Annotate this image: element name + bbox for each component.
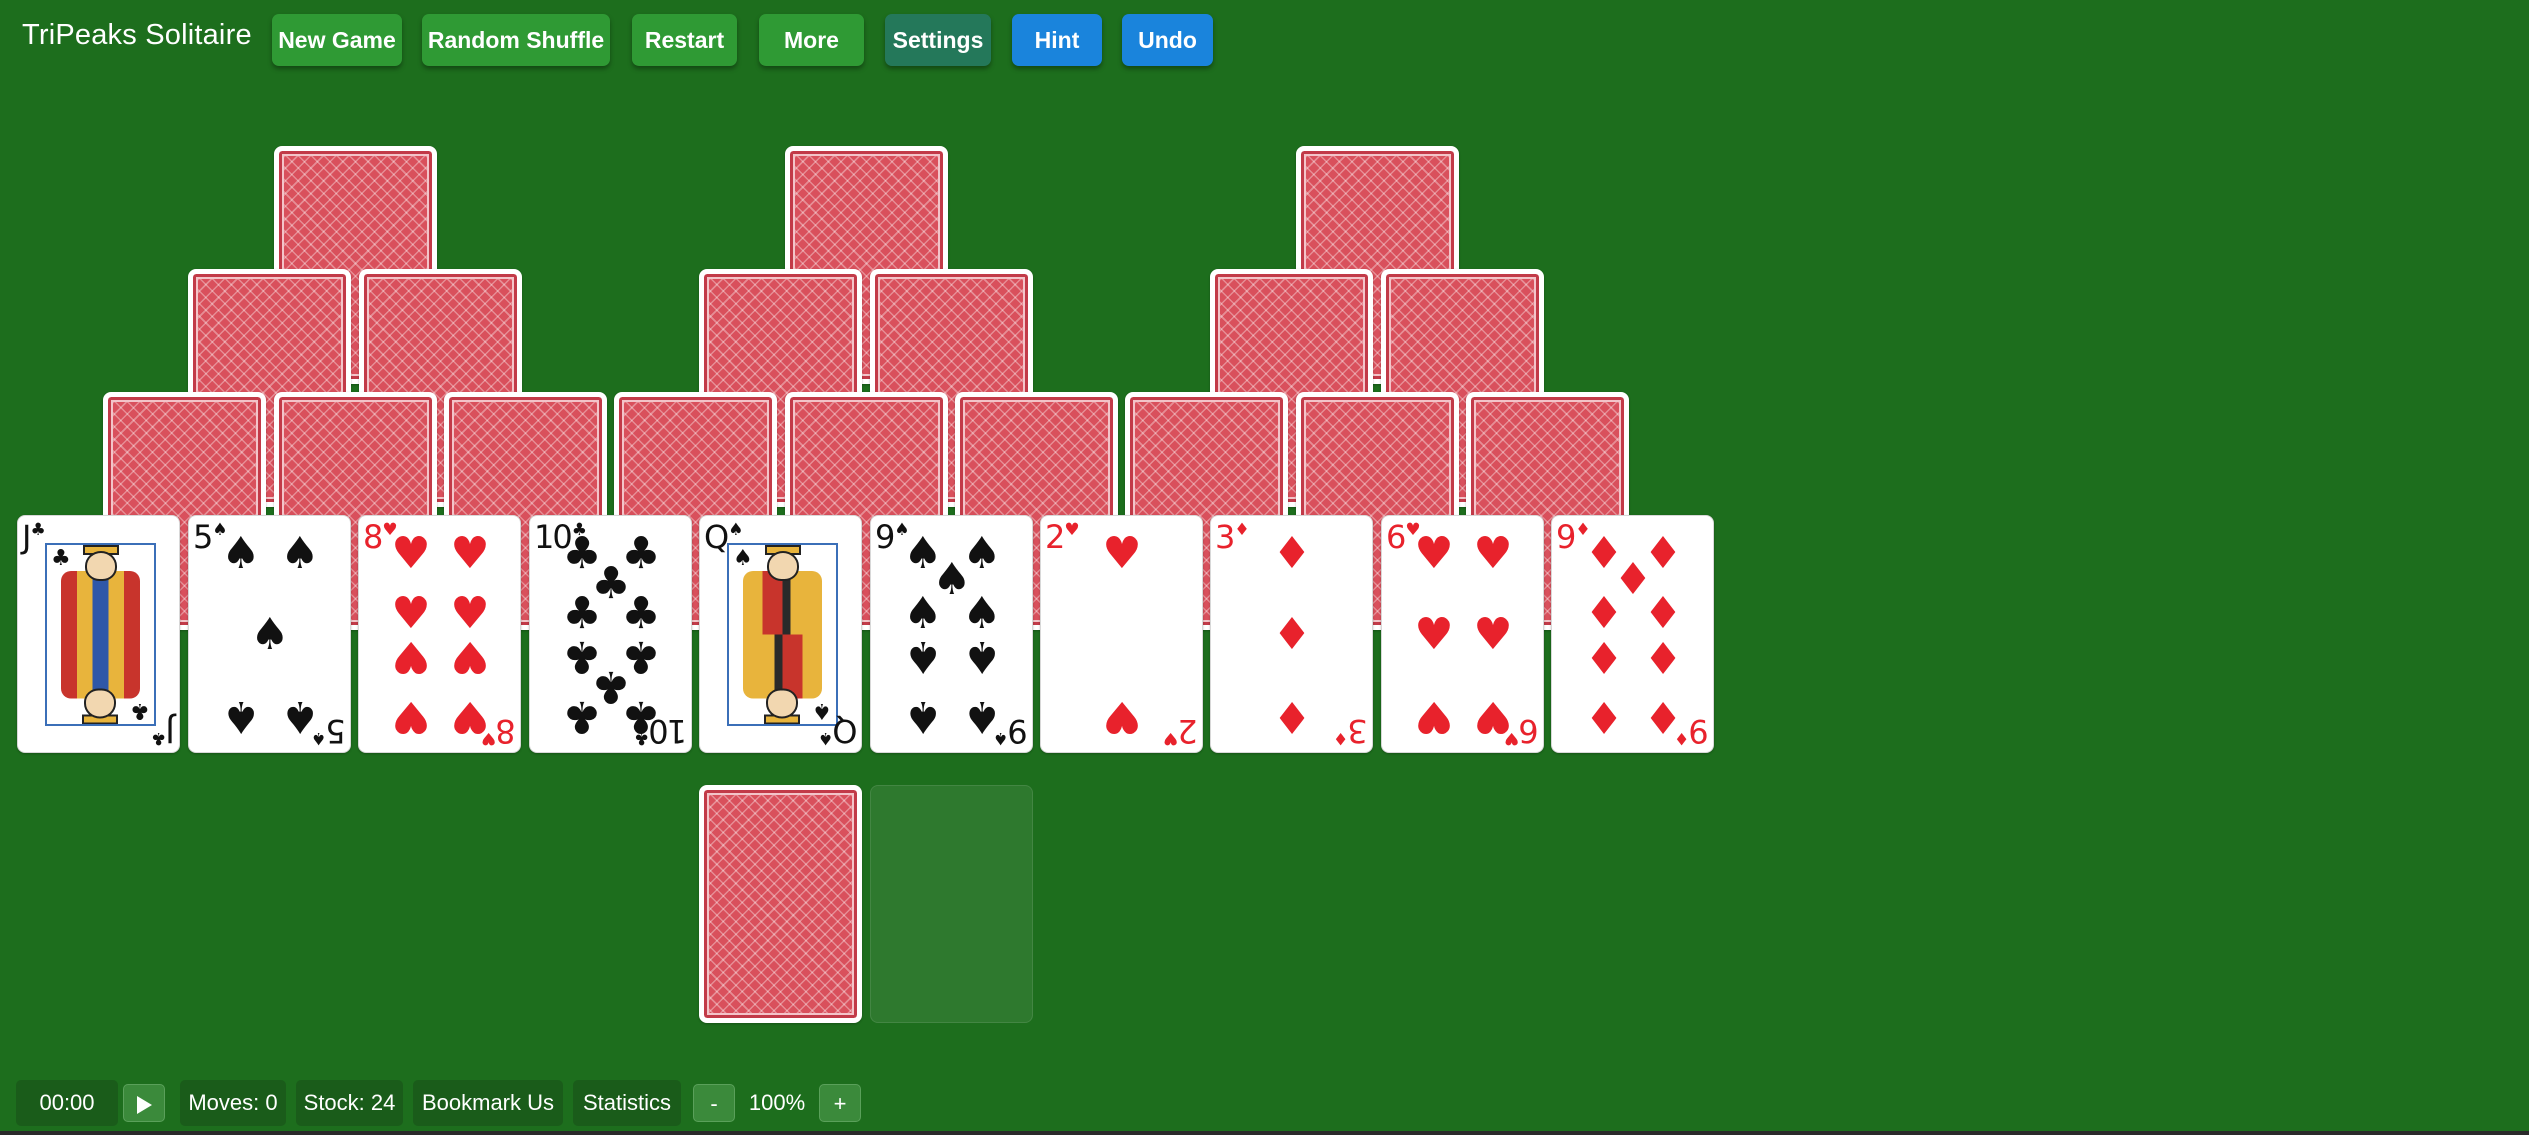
tableau-card-8-hearts[interactable]: 8 ♥ ♥ ♥ ♥ ♥ ♥ ♥ ♥ ♥ 8 ♥ bbox=[358, 515, 521, 753]
tableau-card-2-hearts[interactable]: 2 ♥ ♥ ♥ 2 ♥ bbox=[1040, 515, 1203, 753]
spades-icon: ♠ bbox=[221, 691, 261, 742]
more-button[interactable]: More bbox=[759, 14, 864, 66]
spades-icon: ♠ bbox=[280, 528, 320, 579]
hearts-icon: ♥ bbox=[1102, 528, 1142, 579]
stock-counter: Stock: 24 bbox=[296, 1080, 403, 1126]
hearts-icon: ♥ bbox=[1473, 528, 1513, 579]
tableau-card-9-diamonds[interactable]: 9 ♦ ♦ ♦ ♦ ♦ ♦ ♦ ♦ ♦ ♦ 9 ♦ bbox=[1551, 515, 1714, 753]
clubs-icon: ♣ bbox=[51, 546, 71, 571]
diamonds-icon: ♦ bbox=[1643, 588, 1683, 639]
diamonds-icon: ♦ bbox=[1584, 631, 1624, 682]
tableau-card-10-clubs[interactable]: 10 ♣ ♣ ♣ ♣ ♣ ♣ ♣ ♣ ♣ ♣ ♣ 10 ♣ bbox=[529, 515, 692, 753]
spades-icon: ♠ bbox=[962, 631, 1002, 682]
spades-icon: ♠ bbox=[903, 588, 943, 639]
clubs-icon: ♣ bbox=[621, 588, 661, 639]
diamonds-icon: ♦ bbox=[1272, 609, 1312, 660]
diamonds-icon: ♦ bbox=[1272, 691, 1312, 742]
tableau-card-5-spades[interactable]: 5 ♠ ♠ ♠ ♠ ♠ ♠ 5 ♠ bbox=[188, 515, 351, 753]
tableau-card-q-spades[interactable]: Q ♠ ♠ ♠ Q ♠ bbox=[699, 515, 862, 753]
waste-pile-empty bbox=[870, 785, 1033, 1023]
zoom-level: 100% bbox=[748, 1090, 806, 1115]
spades-icon: ♠ bbox=[221, 528, 261, 579]
tableau-card-3-diamonds[interactable]: 3 ♦ ♦ ♦ ♦ 3 ♦ bbox=[1210, 515, 1373, 753]
diamonds-icon: ♦ bbox=[1584, 588, 1624, 639]
diamonds-icon: ♦ bbox=[1643, 631, 1683, 682]
spades-icon: ♠ bbox=[250, 609, 290, 660]
play-icon bbox=[137, 1096, 152, 1115]
tableau-card-j-clubs[interactable]: J ♣ ♣ ♣ J ♣ bbox=[17, 515, 180, 753]
play-button[interactable] bbox=[123, 1084, 165, 1122]
game-board: J ♣ ♣ ♣ J ♣ 5 ♠ ♠ ♠ ♠ ♠ ♠ 5 ♠ 8 ♥ ♥ ♥ ♥ ♥ ♥ ♥… bbox=[0, 78, 2529, 1068]
hint-button[interactable]: Hint bbox=[1012, 14, 1102, 66]
hearts-icon: ♥ bbox=[391, 588, 431, 639]
app-title: TriPeaks Solitaire bbox=[22, 19, 252, 51]
random-shuffle-button[interactable]: Random Shuffle bbox=[422, 14, 610, 66]
statistics-button[interactable]: Statistics bbox=[573, 1080, 681, 1126]
clubs-icon: ♣ bbox=[562, 691, 602, 742]
hearts-icon: ♥ bbox=[450, 631, 490, 682]
hearts-icon: ♥ bbox=[1473, 609, 1513, 660]
timer-display: 00:00 bbox=[16, 1080, 118, 1126]
top-toolbar: TriPeaks Solitaire New Game Random Shuff… bbox=[0, 0, 2529, 78]
hearts-icon: ♥ bbox=[391, 528, 431, 579]
diamonds-icon: ♦ bbox=[1584, 691, 1624, 742]
hearts-icon: ♥ bbox=[1414, 691, 1454, 742]
card-back-pattern bbox=[704, 790, 857, 1018]
hearts-icon: ♥ bbox=[1102, 691, 1142, 742]
hearts-icon: ♥ bbox=[391, 691, 431, 742]
clubs-icon: ♣ bbox=[130, 698, 150, 723]
spades-icon: ♠ bbox=[903, 631, 943, 682]
hearts-icon: ♥ bbox=[1414, 528, 1454, 579]
tableau-card-6-hearts[interactable]: 6 ♥ ♥ ♥ ♥ ♥ ♥ ♥ 6 ♥ bbox=[1381, 515, 1544, 753]
stock-pile[interactable] bbox=[699, 785, 862, 1023]
spades-icon: ♠ bbox=[733, 546, 753, 571]
bookmark-button[interactable]: Bookmark Us bbox=[413, 1080, 563, 1126]
hearts-icon: ♥ bbox=[1414, 609, 1454, 660]
tableau-card-9-spades[interactable]: 9 ♠ ♠ ♠ ♠ ♠ ♠ ♠ ♠ ♠ ♠ 9 ♠ bbox=[870, 515, 1033, 753]
settings-button[interactable]: Settings bbox=[885, 14, 991, 66]
clubs-icon: ♣ bbox=[562, 588, 602, 639]
diamonds-icon: ♦ bbox=[1272, 528, 1312, 579]
spades-icon: ♠ bbox=[903, 691, 943, 742]
zoom-out-button[interactable]: - bbox=[693, 1084, 735, 1122]
spades-icon: ♠ bbox=[962, 588, 1002, 639]
jack-figure: ♣ ♣ bbox=[45, 543, 156, 726]
moves-counter: Moves: 0 bbox=[180, 1080, 286, 1126]
bottom-border bbox=[0, 1131, 2529, 1135]
undo-button[interactable]: Undo bbox=[1122, 14, 1213, 66]
hearts-icon: ♥ bbox=[391, 631, 431, 682]
queen-figure: ♠ ♠ bbox=[727, 543, 838, 726]
new-game-button[interactable]: New Game bbox=[272, 14, 402, 66]
zoom-in-button[interactable]: + bbox=[819, 1084, 861, 1122]
status-bar: 00:00 Moves: 0 Stock: 24 Bookmark Us Sta… bbox=[0, 1076, 2529, 1132]
hearts-icon: ♥ bbox=[450, 528, 490, 579]
restart-button[interactable]: Restart bbox=[632, 14, 737, 66]
hearts-icon: ♥ bbox=[450, 588, 490, 639]
